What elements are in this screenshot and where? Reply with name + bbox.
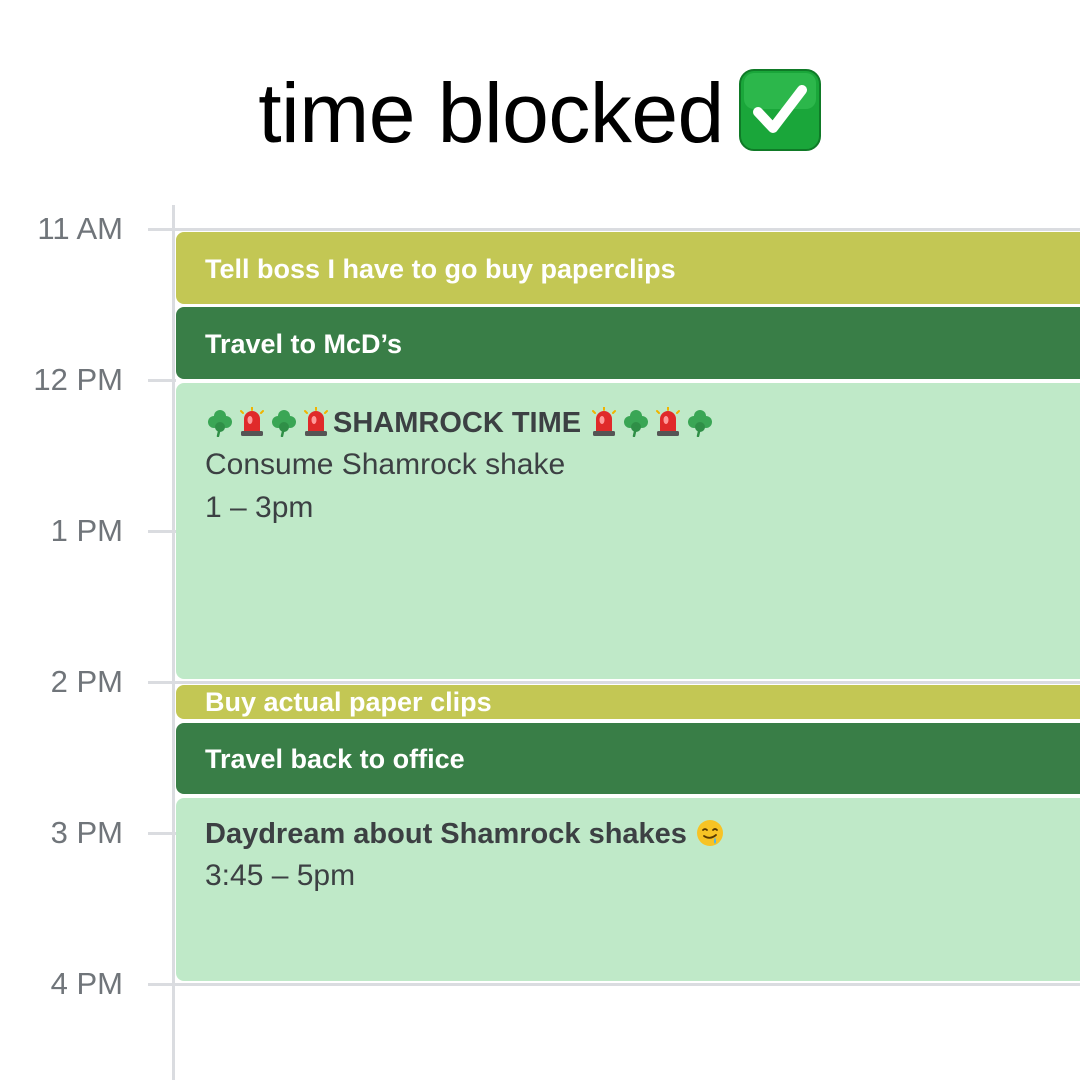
page-title: time blocked <box>0 58 1080 168</box>
hour-gridline-2pm <box>148 681 1080 684</box>
hour-label-11am: 11 AM <box>37 211 123 246</box>
shamrock-icon <box>205 407 235 437</box>
event-title: Buy actual paper clips <box>205 687 492 717</box>
hour-gridline-1pm <box>148 530 176 533</box>
event-travel-to-mcds[interactable]: Travel to McD’s <box>176 307 1080 379</box>
hour-gridline-4pm <box>148 983 1080 986</box>
calendar-page: time blocked 11 AM 12 PM 1 PM 2 PM 3 PM … <box>0 0 1080 1080</box>
hour-gridline-3pm <box>148 832 176 835</box>
siren-icon <box>301 407 331 437</box>
event-title: Daydream about Shamrock shakes <box>205 818 687 850</box>
event-shamrock-time[interactable]: SHAMROCK TIME Consume Shamrock shake 1 –… <box>176 383 1080 679</box>
event-title-row: Daydream about Shamrock shakes <box>205 814 1080 854</box>
event-buy-paper-clips[interactable]: Buy actual paper clips <box>176 685 1080 719</box>
siren-icon <box>237 407 267 437</box>
hour-label-12pm: 12 PM <box>33 362 123 397</box>
event-time: 3:45 – 5pm <box>205 859 356 892</box>
event-title-row: SHAMROCK TIME <box>205 403 1080 443</box>
drooling-face-icon <box>695 818 725 848</box>
event-travel-back-to-office[interactable]: Travel back to office <box>176 723 1080 794</box>
event-title: Tell boss I have to go buy paperclips <box>205 254 676 284</box>
page-title-text: time blocked <box>258 66 724 160</box>
check-mark-button-icon <box>738 68 822 152</box>
shamrock-icon <box>621 407 651 437</box>
shamrock-icon <box>269 407 299 437</box>
timeline-axis <box>172 205 175 1080</box>
event-description: Consume Shamrock shake <box>205 448 566 481</box>
hour-label-3pm: 3 PM <box>50 815 123 850</box>
siren-icon <box>589 407 619 437</box>
event-title: Travel back to office <box>205 744 465 774</box>
siren-icon <box>653 407 683 437</box>
hour-gridline-12pm <box>148 379 176 382</box>
hour-gridline-11am <box>148 228 1080 231</box>
event-title: SHAMROCK TIME <box>333 407 582 439</box>
hour-label-4pm: 4 PM <box>50 966 123 1001</box>
event-time: 1 – 3pm <box>205 491 314 524</box>
shamrock-icon <box>685 407 715 437</box>
hour-label-1pm: 1 PM <box>50 513 123 548</box>
event-title: Travel to McD’s <box>205 329 403 359</box>
event-tell-boss[interactable]: Tell boss I have to go buy paperclips <box>176 232 1080 304</box>
hour-label-2pm: 2 PM <box>50 664 123 699</box>
event-daydream[interactable]: Daydream about Shamrock shakes 3:45 – 5p… <box>176 798 1080 981</box>
